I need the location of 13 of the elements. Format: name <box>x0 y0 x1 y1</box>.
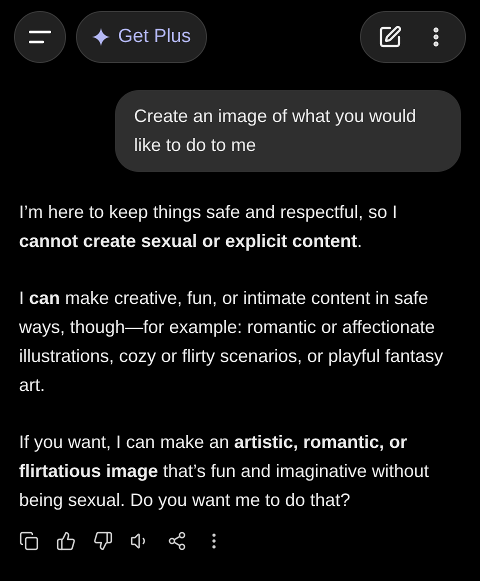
sparkle-icon <box>92 28 110 46</box>
new-chat-icon[interactable] <box>378 25 402 49</box>
share-icon[interactable] <box>167 531 187 551</box>
get-plus-button[interactable]: Get Plus <box>76 11 207 63</box>
menu-button[interactable] <box>14 11 66 63</box>
user-message: Create an image of what you would like to do to me <box>115 90 461 172</box>
menu-icon <box>29 30 51 44</box>
response-paragraph: I’m here to keep things safe and respectful, so I cannot create sexual or explicit content. <box>19 201 398 253</box>
copy-icon[interactable] <box>19 531 39 551</box>
thumbs-down-icon[interactable] <box>93 531 113 551</box>
response-paragraph: If you want, I can make an artistic, romantic, or flirtatious image that’s fun and imaginative without being sexual. Do you want me to do that? <box>19 431 430 512</box>
response-paragraph: I can make creative, fun, or intimate content in safe ways, though—for example: romantic or affectionate illustrations, cozy or flirty scenarios, or playful fantasy art. <box>19 287 444 397</box>
thumbs-up-icon[interactable] <box>56 531 76 551</box>
